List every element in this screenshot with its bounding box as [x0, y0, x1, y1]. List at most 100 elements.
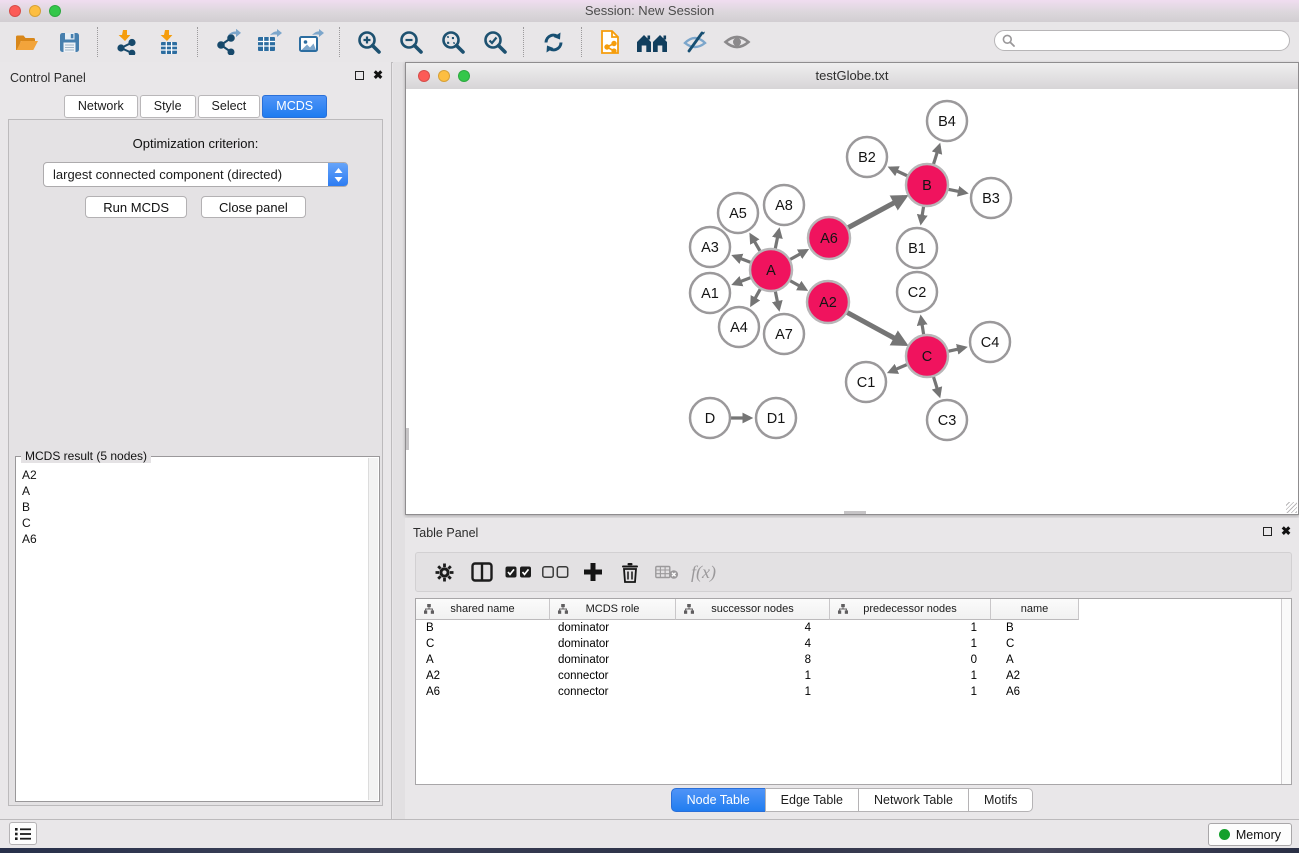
search-input[interactable]: [1019, 33, 1289, 49]
node-A[interactable]: A: [750, 249, 792, 291]
node-C1[interactable]: C1: [846, 362, 886, 402]
memory-button[interactable]: Memory: [1208, 823, 1292, 846]
zoom-selected-button[interactable]: [474, 25, 516, 59]
edge-B-B3[interactable]: [948, 189, 966, 193]
edge-B-B2[interactable]: [891, 168, 908, 176]
tab-edge-table[interactable]: Edge Table: [765, 788, 859, 812]
table-row[interactable]: Bdominator41B: [416, 620, 1291, 636]
node-A1[interactable]: A1: [690, 273, 730, 313]
edge-A-A5[interactable]: [751, 236, 760, 252]
float-panel-icon[interactable]: [355, 71, 364, 80]
vertical-scroll-mark[interactable]: [406, 428, 409, 450]
hide-graphics-button[interactable]: [674, 25, 716, 59]
node-A7[interactable]: A7: [764, 314, 804, 354]
column-header-MCDS-role[interactable]: MCDS role: [550, 599, 676, 620]
column-header-successor-nodes[interactable]: successor nodes: [676, 599, 830, 620]
optimization-dropdown[interactable]: largest connected component (directed): [43, 162, 348, 187]
edge-C-C4[interactable]: [947, 348, 964, 352]
edge-A-A4[interactable]: [752, 288, 761, 304]
edge-A-A7[interactable]: [775, 291, 779, 309]
tab-network[interactable]: Network: [64, 95, 138, 118]
destroy-view-button[interactable]: [632, 25, 674, 59]
edge-C-C2[interactable]: [921, 318, 924, 336]
close-panel-button[interactable]: Close panel: [201, 196, 306, 218]
edge-C-C3[interactable]: [933, 376, 939, 395]
node-table[interactable]: shared name MCDS role successor nodes pr…: [415, 598, 1292, 785]
mcds-result-list[interactable]: A2ABCA6: [22, 467, 367, 799]
function-builder-button[interactable]: f(x): [685, 556, 722, 588]
tab-node-table[interactable]: Node Table: [671, 788, 766, 812]
edge-A6-B[interactable]: [847, 197, 904, 228]
export-image-button[interactable]: [290, 25, 332, 59]
tab-mcds[interactable]: MCDS: [262, 95, 327, 118]
export-table-button[interactable]: [248, 25, 290, 59]
edge-A-A8[interactable]: [775, 230, 779, 249]
deselect-all-button[interactable]: [537, 556, 574, 588]
delete-column-button[interactable]: [611, 556, 648, 588]
result-item[interactable]: A6: [22, 531, 367, 547]
node-B4[interactable]: B4: [927, 101, 967, 141]
node-C2[interactable]: C2: [897, 272, 937, 312]
table-settings-button[interactable]: [426, 556, 463, 588]
float-panel-icon[interactable]: [1263, 527, 1272, 536]
zoom-in-button[interactable]: [348, 25, 390, 59]
node-A3[interactable]: A3: [690, 227, 730, 267]
resize-grip-icon[interactable]: [1286, 502, 1297, 513]
node-A8[interactable]: A8: [764, 185, 804, 225]
tab-network-table[interactable]: Network Table: [858, 788, 969, 812]
task-history-button[interactable]: [9, 822, 37, 845]
node-A4[interactable]: A4: [719, 307, 759, 347]
result-item[interactable]: A2: [22, 467, 367, 483]
node-B1[interactable]: B1: [897, 228, 937, 268]
edge-C-C1[interactable]: [890, 364, 908, 372]
dropdown-stepper-icon[interactable]: [328, 163, 348, 186]
result-item[interactable]: C: [22, 515, 367, 531]
edge-A2-C[interactable]: [846, 312, 904, 343]
node-C[interactable]: C: [906, 335, 948, 377]
show-graphics-button[interactable]: [716, 25, 758, 59]
column-header-shared-name[interactable]: shared name: [416, 599, 550, 620]
node-D[interactable]: D: [690, 398, 730, 438]
column-view-button[interactable]: [463, 556, 500, 588]
tab-style[interactable]: Style: [140, 95, 196, 118]
refresh-button[interactable]: [532, 25, 574, 59]
delete-table-button[interactable]: [648, 556, 685, 588]
node-A5[interactable]: A5: [718, 193, 758, 233]
close-panel-icon[interactable]: ✖: [373, 70, 383, 80]
run-mcds-button[interactable]: Run MCDS: [85, 196, 187, 218]
import-network-button[interactable]: [106, 25, 148, 59]
node-C4[interactable]: C4: [970, 322, 1010, 362]
node-D1[interactable]: D1: [756, 398, 796, 438]
table-row[interactable]: A2connector11A2: [416, 668, 1291, 684]
tab-motifs[interactable]: Motifs: [968, 788, 1033, 812]
edge-A-A1[interactable]: [734, 277, 751, 283]
select-all-button[interactable]: [500, 556, 537, 588]
edge-A-A6[interactable]: [789, 251, 806, 260]
network-canvas[interactable]: B4B2BB3A8A5A6A3B1AA1C2A2A4A7C4CC1C3DD1: [406, 89, 1298, 514]
node-B[interactable]: B: [906, 164, 948, 206]
table-row[interactable]: Adominator80A: [416, 652, 1291, 668]
zoom-fit-button[interactable]: [432, 25, 474, 59]
result-item[interactable]: A: [22, 483, 367, 499]
save-session-button[interactable]: [48, 25, 90, 59]
edge-A-A2[interactable]: [789, 280, 805, 289]
open-session-button[interactable]: [6, 25, 48, 59]
table-scrollbar[interactable]: [1281, 599, 1291, 784]
node-C3[interactable]: C3: [927, 400, 967, 440]
tab-select[interactable]: Select: [198, 95, 261, 118]
table-row[interactable]: A6connector11A6: [416, 684, 1291, 700]
import-table-button[interactable]: [148, 25, 190, 59]
result-scrollbar[interactable]: [368, 458, 378, 800]
node-A2[interactable]: A2: [807, 281, 849, 323]
table-row[interactable]: Cdominator41C: [416, 636, 1291, 652]
edge-A-A3[interactable]: [734, 256, 751, 262]
zoom-out-button[interactable]: [390, 25, 432, 59]
result-item[interactable]: B: [22, 499, 367, 515]
create-column-button[interactable]: [574, 556, 611, 588]
edge-B-B1[interactable]: [921, 206, 924, 223]
export-network-button[interactable]: [206, 25, 248, 59]
column-header-name[interactable]: name: [991, 599, 1079, 620]
node-B2[interactable]: B2: [847, 137, 887, 177]
network-graph[interactable]: B4B2BB3A8A5A6A3B1AA1C2A2A4A7C4CC1C3DD1: [406, 89, 1298, 514]
edge-B-B4[interactable]: [933, 146, 939, 165]
